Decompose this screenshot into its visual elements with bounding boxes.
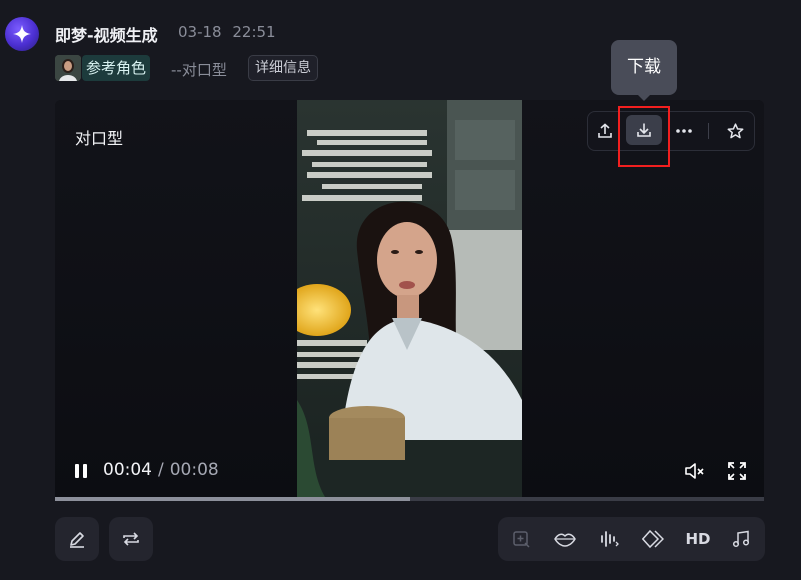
time-display: 00:04 /00:08	[103, 460, 219, 480]
sparkle-icon	[13, 25, 31, 43]
player-left-panel	[55, 100, 297, 500]
video-frame[interactable]	[297, 100, 522, 500]
diamond-frames-icon	[642, 529, 664, 549]
star-icon	[727, 122, 743, 138]
music-button[interactable]	[721, 517, 761, 561]
pause-button[interactable]	[74, 463, 88, 483]
fullscreen-button[interactable]	[728, 462, 746, 484]
pencil-icon	[70, 532, 84, 548]
waveform-icon	[601, 531, 619, 547]
video-tools-group: HD	[498, 517, 765, 561]
edit-button[interactable]	[55, 517, 99, 561]
mute-button[interactable]	[684, 462, 704, 484]
share-icon	[598, 123, 612, 138]
interpolate-button[interactable]	[633, 517, 673, 561]
frame-add-icon	[513, 531, 530, 548]
speaker-muted-icon	[685, 463, 704, 479]
timestamp: 03-18 22:51	[178, 23, 276, 41]
reference-image	[55, 55, 81, 81]
video-frame-image	[297, 100, 522, 500]
current-time: 00:04	[103, 460, 152, 480]
app-avatar[interactable]	[5, 17, 39, 51]
reference-thumbnail[interactable]	[55, 55, 81, 81]
music-note-icon	[732, 530, 750, 548]
repeat-icon	[123, 532, 139, 546]
video-action-bar	[587, 111, 755, 151]
date-text: 03-18	[178, 23, 222, 41]
pause-icon	[75, 464, 87, 478]
regenerate-button[interactable]	[109, 517, 153, 561]
more-button[interactable]	[673, 120, 695, 142]
favorite-button[interactable]	[724, 120, 746, 142]
mode-label: --对口型	[171, 61, 227, 79]
download-tooltip: 下载	[611, 40, 677, 95]
lips-icon	[554, 533, 576, 547]
add-frame-button[interactable]	[501, 517, 541, 561]
action-divider	[708, 123, 709, 139]
total-time: 00:08	[169, 460, 219, 480]
audio-wave-button[interactable]	[589, 517, 629, 561]
download-highlight-box	[618, 106, 670, 167]
video-progress-fill	[55, 497, 410, 501]
reference-role-tag[interactable]: 参考角色	[82, 55, 151, 81]
app-name: 即梦-视频生成	[55, 26, 158, 45]
share-button[interactable]	[594, 120, 616, 142]
fullscreen-icon	[728, 462, 746, 480]
detail-info-button[interactable]: 详细信息	[248, 55, 318, 81]
more-icon	[676, 129, 692, 133]
video-progress-bar[interactable]	[55, 497, 764, 501]
time-text: 22:51	[232, 23, 276, 41]
hd-upscale-button[interactable]: HD	[678, 517, 718, 561]
video-title: 对口型	[75, 129, 124, 148]
time-separator: /	[158, 460, 164, 480]
lip-sync-button[interactable]	[545, 517, 585, 561]
tooltip-arrow	[637, 94, 651, 101]
